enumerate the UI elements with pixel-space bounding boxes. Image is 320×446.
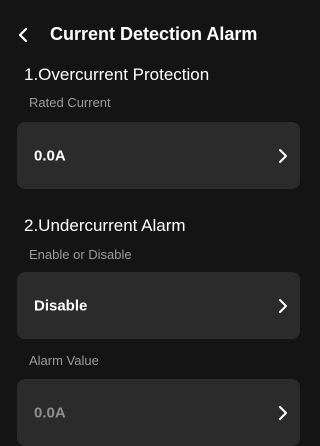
enable-disable-row[interactable]: Disable [17,272,300,339]
overcurrent-section-title: 1.Overcurrent Protection [24,65,210,84]
rated-current-label: Rated Current [29,95,111,110]
enable-disable-value: Disable [34,297,88,314]
undercurrent-section-title: 2.Undercurrent Alarm [24,216,186,235]
chevron-right-icon [276,298,290,314]
alarm-value: 0.0A [34,404,66,421]
rated-current-value: 0.0A [34,147,66,164]
alarm-value-label: Alarm Value [29,353,99,368]
chevron-left-icon [17,26,29,44]
chevron-right-icon [276,405,290,421]
enable-disable-label: Enable or Disable [29,247,132,262]
alarm-value-row[interactable]: 0.0A [17,379,300,446]
page-title: Current Detection Alarm [50,24,258,44]
top-bar: Current Detection Alarm [0,0,310,54]
rated-current-row[interactable]: 0.0A [17,122,300,189]
back-button[interactable] [10,20,36,50]
chevron-right-icon [276,148,290,164]
